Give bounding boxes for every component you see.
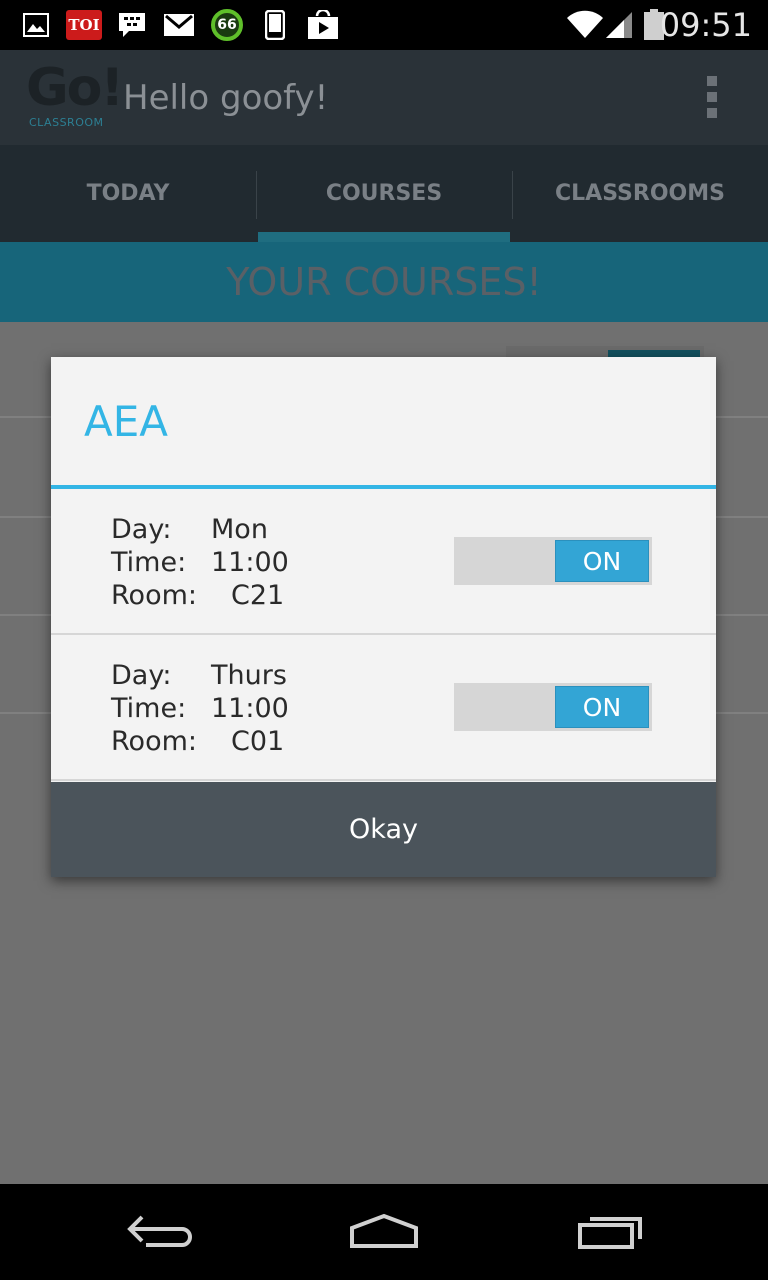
back-icon[interactable] xyxy=(120,1206,196,1256)
bbm-icon xyxy=(116,10,148,40)
home-icon[interactable] xyxy=(344,1206,424,1256)
time-label: Time: xyxy=(111,547,187,578)
action-bar: Go! CLASSROOM Hello goofy! xyxy=(0,50,768,145)
session-info: Day: Mon Time: 11:00 Room: C21 xyxy=(111,513,289,612)
clock: 09:51 xyxy=(659,6,752,44)
wifi-icon xyxy=(566,10,604,40)
recent-apps-icon[interactable] xyxy=(572,1206,648,1256)
session-toggle[interactable]: ON xyxy=(454,537,652,585)
day-value: Thurs xyxy=(211,660,287,691)
session-toggle[interactable]: ON xyxy=(454,683,652,731)
time-value: 11:00 xyxy=(211,547,289,578)
session-row: Day: Thurs Time: 11:00 Room: C01 ON xyxy=(51,635,716,781)
play-store-icon xyxy=(306,10,340,40)
toggle-on-label: ON xyxy=(555,540,649,582)
page-title: Hello goofy! xyxy=(123,78,329,118)
logo-text: Go! xyxy=(26,58,124,118)
dialog-title: AEA xyxy=(84,397,168,446)
gmail-icon xyxy=(162,10,196,40)
day-label: Day: xyxy=(111,660,172,691)
tab-courses[interactable]: COURSES xyxy=(256,145,512,242)
room-label: Room: xyxy=(111,726,197,757)
okay-button[interactable]: Okay xyxy=(51,782,716,877)
banner-title: YOUR COURSES! xyxy=(226,260,542,304)
room-label: Room: xyxy=(111,580,197,611)
status-bar: TOI 66 09:51 xyxy=(0,0,768,50)
overflow-menu-icon[interactable] xyxy=(705,76,719,122)
tab-classrooms[interactable]: CLASSROOMS xyxy=(512,145,768,242)
session-divider xyxy=(51,779,716,781)
session-row: Day: Mon Time: 11:00 Room: C21 ON xyxy=(51,489,716,635)
app-logo[interactable]: Go! CLASSROOM xyxy=(24,58,124,134)
day-label: Day: xyxy=(111,514,172,545)
tab-today[interactable]: TODAY xyxy=(0,145,256,242)
time-label: Time: xyxy=(111,693,187,724)
signal-icon xyxy=(604,10,634,40)
navigation-bar xyxy=(0,1184,768,1280)
toggle-on-label: ON xyxy=(555,686,649,728)
room-value: C01 xyxy=(231,726,285,757)
course-dialog: AEA Day: Mon Time: 11:00 Room: C21 ON Day: T… xyxy=(51,357,716,877)
logo-subtext: CLASSROOM xyxy=(29,116,104,129)
time-value: 11:00 xyxy=(211,693,289,724)
phone-icon xyxy=(264,10,286,40)
room-value: C21 xyxy=(231,580,285,611)
session-info: Day: Thurs Time: 11:00 Room: C01 xyxy=(111,659,289,758)
section-banner: YOUR COURSES! xyxy=(0,242,768,322)
toi-icon: TOI xyxy=(66,10,102,40)
tab-bar: TODAY COURSES CLASSROOMS xyxy=(0,145,768,242)
gallery-icon xyxy=(22,10,50,40)
battery-saver-icon: 66 xyxy=(210,9,244,41)
day-value: Mon xyxy=(211,514,268,545)
